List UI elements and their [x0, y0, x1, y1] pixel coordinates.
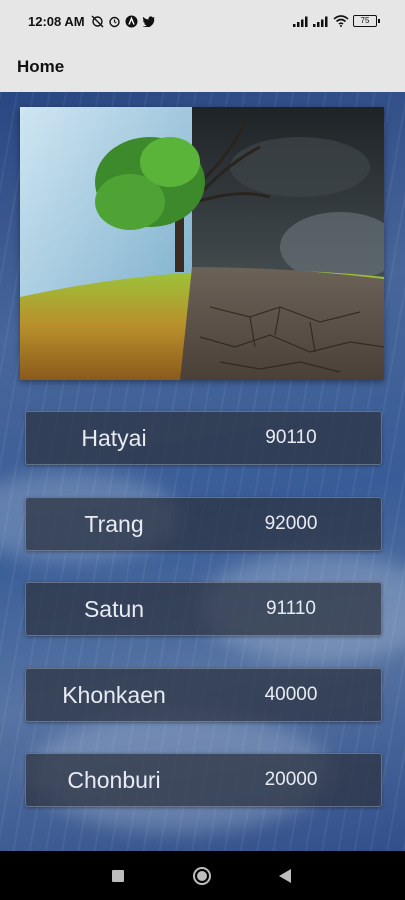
postal-code: 91110 [265, 598, 316, 619]
system-nav-bar [0, 851, 405, 900]
triangle-back-icon [278, 868, 291, 883]
main-content: Hatyai 90110 Trang 92000 Satun 91110 Kho… [0, 92, 405, 851]
battery-icon: 75 [353, 15, 380, 27]
alarm-icon [108, 16, 120, 27]
city-row-khonkaen[interactable]: Khonkaen 40000 [25, 667, 382, 722]
wifi-icon [333, 15, 349, 27]
status-right: 75 [293, 15, 380, 27]
city-row-hatyai[interactable]: Hatyai 90110 [25, 411, 382, 465]
circle-home-icon [193, 866, 211, 885]
city-name: Satun [83, 596, 145, 622]
city-row-chonburi[interactable]: Chonburi 20000 [25, 753, 382, 807]
sync-off-icon [91, 15, 104, 27]
page-title: Home [17, 57, 65, 76]
city-name: Trang [84, 510, 144, 537]
postal-code: 90110 [265, 427, 317, 448]
app-a-icon [125, 15, 138, 27]
back-button[interactable] [255, 851, 315, 900]
hero-image [20, 107, 384, 380]
app-bar: Home [0, 42, 405, 92]
tree-climate-image [20, 107, 384, 380]
twitter-icon [142, 16, 155, 27]
city-name: Hatyai [81, 425, 147, 451]
square-recents-icon [112, 869, 124, 882]
status-left: 12:08 AM [28, 14, 155, 29]
postal-code: 92000 [264, 512, 318, 534]
status-time: 12:08 AM [28, 13, 85, 29]
signal-icon [293, 16, 308, 27]
city-row-satun[interactable]: Satun 91110 [25, 582, 382, 636]
city-list: Hatyai 90110 Trang 92000 Satun 91110 Kho… [25, 411, 382, 839]
recents-button[interactable] [88, 851, 148, 900]
status-bar: 12:08 AM 75 [0, 0, 405, 42]
postal-code: 20000 [264, 769, 318, 790]
home-button[interactable] [172, 851, 232, 900]
city-name: Chonburi [67, 767, 161, 793]
notification-icons [91, 15, 155, 28]
city-row-trang[interactable]: Trang 92000 [25, 496, 382, 551]
postal-code: 40000 [264, 683, 318, 705]
signal-icon [313, 16, 328, 27]
city-name: Khonkaen [62, 681, 166, 708]
